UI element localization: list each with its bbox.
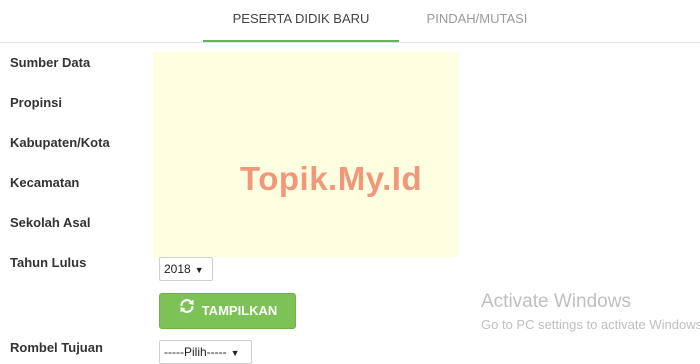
refresh-icon <box>178 293 196 327</box>
watermark-text: Topik.My.Id <box>240 160 423 197</box>
activate-windows-title: Activate Windows <box>481 291 631 312</box>
label-kecamatan: Kecamatan <box>10 175 80 190</box>
label-tahun-lulus: Tahun Lulus <box>10 255 87 270</box>
rombel-tujuan-select[interactable]: -----Pilih----- ▼ <box>159 340 252 364</box>
tab-peserta-didik-baru[interactable]: PESERTA DIDIK BARU <box>203 0 399 42</box>
activate-windows-subtitle: Go to PC settings to activate Windows. <box>481 317 700 332</box>
label-sumber-data: Sumber Data <box>10 55 91 70</box>
tampilkan-button[interactable]: TAMPILKAN <box>159 293 296 329</box>
label-kabupaten-kota: Kabupaten/Kota <box>10 135 110 150</box>
tab-pindah-mutasi[interactable]: PINDAH/MUTASI <box>405 0 549 42</box>
tampilkan-label: TAMPILKAN <box>201 303 278 318</box>
tahun-lulus-select[interactable]: 2018 ▼ <box>159 257 213 281</box>
chevron-down-icon: ▼ <box>194 265 204 275</box>
overlay-panel <box>153 52 458 257</box>
tab-bar: PESERTA DIDIK BARU PINDAH/MUTASI <box>0 0 700 43</box>
label-propinsi: Propinsi <box>10 95 63 110</box>
tahun-lulus-value: 2018 <box>164 262 191 276</box>
rombel-tujuan-value: -----Pilih----- <box>164 345 227 359</box>
label-rombel-tujuan: Rombel Tujuan <box>10 340 103 355</box>
chevron-down-icon: ▼ <box>230 348 240 358</box>
label-sekolah-asal: Sekolah Asal <box>10 215 91 230</box>
